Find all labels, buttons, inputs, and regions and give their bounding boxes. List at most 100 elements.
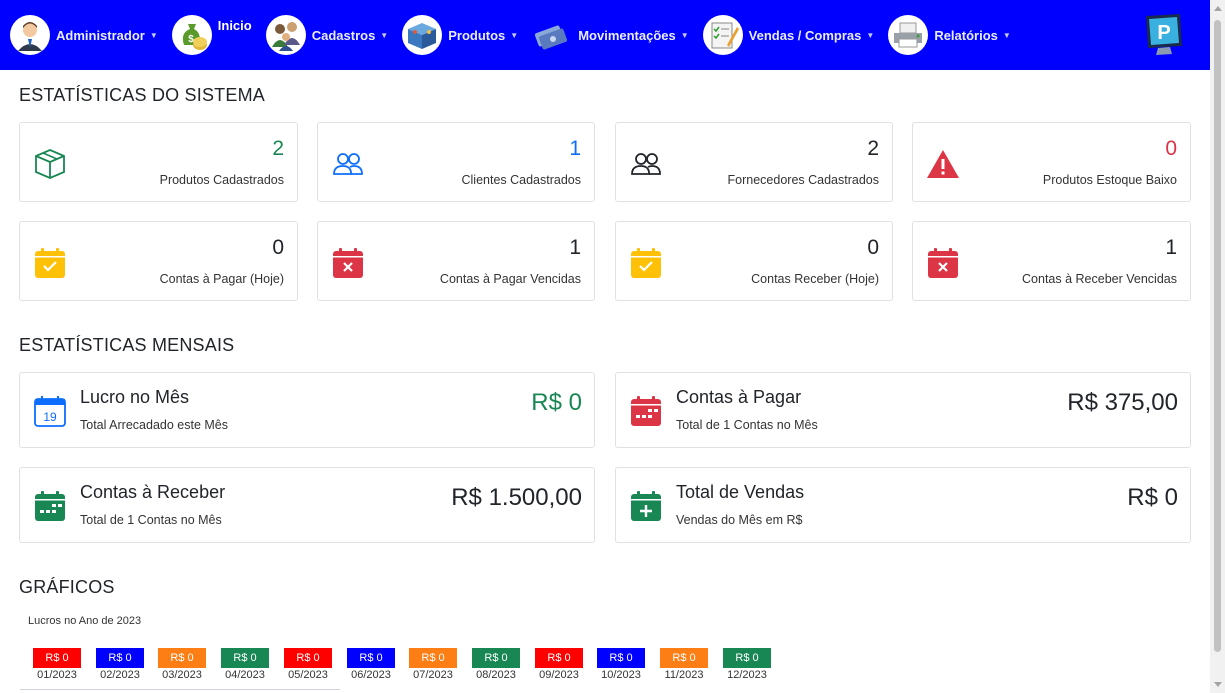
chart-bar-group: R$ 0 10/2023 <box>597 648 645 681</box>
month-card-title: Lucro no Mês <box>80 387 190 407</box>
chart-x-tick-label: 11/2023 <box>664 669 704 681</box>
chart-bar-group: R$ 0 03/2023 <box>158 648 206 681</box>
chart-bar-group: R$ 0 09/2023 <box>535 648 583 681</box>
chevron-down-icon: ▼ <box>866 30 875 40</box>
calendar-x-icon <box>333 248 363 278</box>
month-card-subtitle: Total de 1 Contas no Mês <box>676 418 818 432</box>
stat-label: Contas à Receber Vencidas <box>1022 272 1177 286</box>
stats-section-title: ESTATÍSTICAS DO SISTEMA <box>19 85 265 105</box>
chart-bar: R$ 0 <box>221 648 269 668</box>
calendar-day-icon: 19 <box>34 396 66 427</box>
month-card-contas-receber[interactable]: Contas à Receber Total de 1 Contas no Mê… <box>19 467 595 543</box>
stat-card-estoque-baixo[interactable]: 0 Produtos Estoque Baixo <box>912 122 1191 202</box>
month-card-title: Contas à Receber <box>80 482 226 502</box>
people-icon <box>333 153 363 175</box>
stat-card-fornecedores[interactable]: 2 Fornecedores Cadastrados <box>615 122 893 202</box>
month-card-contas-pagar[interactable]: Contas à Pagar Total de 1 Contas no Mês … <box>615 372 1191 448</box>
stat-label: Produtos Estoque Baixo <box>1042 173 1177 187</box>
product-box-icon <box>402 15 443 55</box>
chart-bar: R$ 0 <box>597 648 645 668</box>
nav-label: Produtos <box>448 27 506 43</box>
nav-label: Movimentações <box>578 27 676 43</box>
people-icon <box>631 153 661 175</box>
month-card-value: R$ 0 <box>531 389 582 416</box>
month-card-subtitle: Vendas do Mês em R$ <box>676 513 803 527</box>
chart-x-tick-label: 09/2023 <box>539 669 579 681</box>
stat-label: Clientes Cadastrados <box>461 173 581 187</box>
printer-icon <box>888 15 929 55</box>
chart-bar-group: R$ 0 12/2023 <box>723 648 771 681</box>
stat-card-pagar-hoje[interactable]: 0 Contas à Pagar (Hoje) <box>19 221 298 301</box>
stat-card-produtos[interactable]: 2 Produtos Cadastrados <box>19 122 298 202</box>
charts-section-title: GRÁFICOS <box>19 577 115 597</box>
chart-bar-group: R$ 0 02/2023 <box>96 648 144 681</box>
stat-card-receber-vencidas[interactable]: 1 Contas à Receber Vencidas <box>912 221 1191 301</box>
scrollbar-thumb[interactable] <box>1214 20 1221 652</box>
stat-value: 2 <box>867 137 879 160</box>
nav-inicio[interactable]: $ Inicio <box>171 0 252 70</box>
stat-value: 1 <box>1165 236 1177 259</box>
stat-label: Contas à Pagar (Hoje) <box>159 272 284 286</box>
stat-card-clientes[interactable]: 1 Clientes Cadastrados <box>317 122 595 202</box>
chart-x-tick-label: 07/2023 <box>413 669 453 681</box>
nav-vendas-compras[interactable]: Vendas / Compras ▼ <box>702 0 875 70</box>
chart-bar: R$ 0 <box>723 648 771 668</box>
chart-bar: R$ 0 <box>472 648 520 668</box>
nav-label: Vendas / Compras <box>748 27 862 43</box>
chart-x-tick-label: 02/2023 <box>100 669 140 681</box>
chart-title: Lucros no Ano de 2023 <box>28 615 142 627</box>
month-card-subtitle: Total Arrecadado este Mês <box>80 418 228 432</box>
nav-administrador[interactable]: Administrador ▼ <box>10 0 158 70</box>
nav-relatorios[interactable]: Relatórios ▼ <box>888 0 1011 70</box>
month-card-value: R$ 0 <box>1127 484 1178 511</box>
scroll-down-icon[interactable] <box>1214 682 1222 687</box>
month-card-value: R$ 1.500,00 <box>451 484 582 511</box>
stat-value: 0 <box>1165 137 1177 160</box>
calendar-x-icon <box>928 248 958 278</box>
chart-x-tick-label: 04/2023 <box>225 669 265 681</box>
chart-bar: R$ 0 <box>409 648 457 668</box>
stat-value: 0 <box>867 236 879 259</box>
monthly-section-title: ESTATÍSTICAS MENSAIS <box>19 335 235 355</box>
nav-movimentacoes[interactable]: Movimentações ▼ <box>532 0 689 70</box>
chart-x-tick-label: 08/2023 <box>476 669 516 681</box>
chevron-down-icon: ▼ <box>1002 30 1011 40</box>
svg-text:P: P <box>1157 22 1170 44</box>
month-card-lucro[interactable]: 19 Lucro no Mês Total Arrecadado este Mê… <box>19 372 595 448</box>
nav-produtos[interactable]: Produtos ▼ <box>402 0 518 70</box>
money-notes-icon <box>532 15 572 55</box>
chart-bar: R$ 0 <box>96 648 144 668</box>
chart-bar: R$ 0 <box>284 648 332 668</box>
stat-value: 1 <box>569 236 581 259</box>
chevron-down-icon: ▼ <box>680 30 689 40</box>
user-avatar-icon <box>10 15 50 55</box>
stat-label: Contas Receber (Hoje) <box>751 272 879 286</box>
month-card-title: Total de Vendas <box>676 482 805 502</box>
month-card-value: R$ 375,00 <box>1067 389 1178 416</box>
calendar-check-icon <box>631 248 661 278</box>
stat-label: Produtos Cadastrados <box>159 173 284 187</box>
monitor-logo-icon[interactable]: P <box>1142 12 1186 58</box>
checklist-pen-icon <box>702 15 743 55</box>
nav-label: Administrador <box>56 27 145 43</box>
svg-text:19: 19 <box>43 410 57 424</box>
chart-bar-group: R$ 0 01/2023 <box>33 648 81 681</box>
nav-cadastros[interactable]: Cadastros ▼ <box>265 0 389 70</box>
chevron-down-icon: ▼ <box>149 30 158 40</box>
vertical-scrollbar[interactable] <box>1210 0 1225 693</box>
calendar-week-icon <box>631 396 661 426</box>
chevron-down-icon: ▼ <box>380 30 389 40</box>
month-card-total-vendas[interactable]: Total de Vendas Vendas do Mês em R$ R$ 0 <box>615 467 1191 543</box>
nav-label: Relatórios <box>934 27 998 43</box>
stat-card-pagar-vencidas[interactable]: 1 Contas à Pagar Vencidas <box>317 221 595 301</box>
scroll-up-icon[interactable] <box>1214 6 1222 11</box>
chart-x-tick-label: 05/2023 <box>288 669 328 681</box>
chart-bar-group: R$ 0 11/2023 <box>660 648 708 681</box>
chart-bar-group: R$ 0 07/2023 <box>409 648 457 681</box>
month-card-title: Contas à Pagar <box>676 387 802 407</box>
stat-label: Fornecedores Cadastrados <box>727 173 879 187</box>
stat-card-receber-hoje[interactable]: 0 Contas Receber (Hoje) <box>615 221 893 301</box>
chevron-down-icon: ▼ <box>510 30 519 40</box>
chart-x-tick-label: 06/2023 <box>351 669 391 681</box>
bottom-divider <box>20 689 340 693</box>
